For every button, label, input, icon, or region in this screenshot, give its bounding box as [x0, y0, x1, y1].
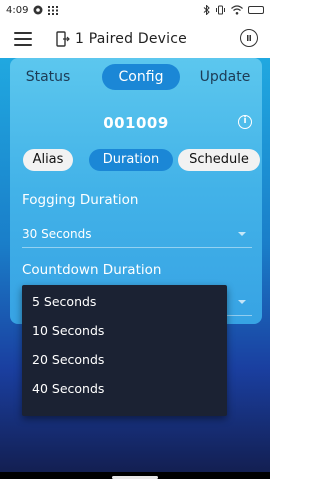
subtab-duration[interactable]: Duration	[89, 149, 173, 171]
power-button[interactable]	[240, 29, 258, 47]
grid-icon	[48, 5, 59, 15]
device-exit-icon	[56, 31, 70, 47]
status-time: 4:09	[6, 4, 29, 16]
subtab-alias[interactable]: Alias	[23, 149, 73, 171]
main-tabs: Status Config Update	[10, 64, 262, 90]
device-id: 001009	[103, 114, 169, 132]
hamburger-menu-icon[interactable]	[14, 32, 32, 46]
dropdown-option[interactable]: 5 Seconds	[22, 289, 227, 314]
bluetooth-icon	[203, 5, 210, 15]
vibrate-icon	[215, 5, 226, 15]
tab-status[interactable]: Status	[20, 64, 76, 90]
dropdown-option[interactable]: 40 Seconds	[22, 376, 227, 401]
fogging-duration-select[interactable]: 30 Seconds	[22, 220, 252, 248]
fogging-duration-label: Fogging Duration	[22, 192, 139, 208]
chevron-down-icon	[238, 299, 246, 304]
status-bar-right	[203, 5, 264, 15]
app-bar: 1 Paired Device	[0, 22, 270, 56]
countdown-duration-label: Countdown Duration	[22, 262, 162, 278]
info-icon[interactable]: i	[238, 115, 252, 129]
status-bar-left: 4:09	[6, 4, 59, 16]
status-bar: 4:09	[0, 0, 270, 20]
tab-update[interactable]: Update	[190, 64, 260, 90]
fogging-duration-value: 30 Seconds	[22, 226, 92, 241]
tab-config[interactable]: Config	[102, 64, 180, 90]
dropdown-option[interactable]: 20 Seconds	[22, 347, 227, 372]
dropdown-option[interactable]: 10 Seconds	[22, 318, 227, 343]
subtab-schedule[interactable]: Schedule	[178, 149, 260, 171]
wifi-icon	[231, 5, 243, 15]
power-icon	[247, 35, 251, 41]
paired-device-header[interactable]: 1 Paired Device	[56, 31, 187, 47]
app-notification-icon	[33, 5, 43, 15]
countdown-duration-dropdown: 5 Seconds 10 Seconds 20 Seconds 40 Secon…	[22, 285, 227, 416]
battery-icon	[248, 6, 264, 14]
chevron-down-icon	[238, 231, 246, 236]
paired-device-title: 1 Paired Device	[75, 31, 187, 47]
